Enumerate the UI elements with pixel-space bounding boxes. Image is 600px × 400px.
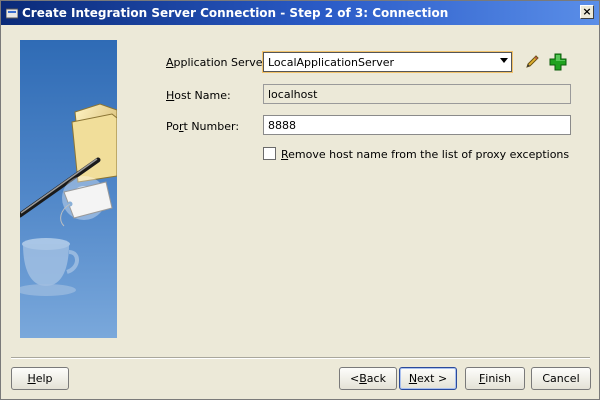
close-button[interactable]: × bbox=[580, 5, 594, 19]
plus-icon[interactable] bbox=[549, 53, 567, 71]
app-icon bbox=[6, 8, 18, 19]
window-title: Create Integration Server Connection - S… bbox=[22, 6, 449, 20]
next-button[interactable]: Next > bbox=[399, 367, 457, 390]
app-server-select[interactable]: LocalApplicationServer bbox=[263, 52, 512, 72]
app-server-label: Application Server: bbox=[166, 56, 271, 69]
folder-wand-cup-illustration bbox=[20, 40, 117, 338]
title-bar[interactable]: Create Integration Server Connection - S… bbox=[1, 1, 599, 25]
help-button[interactable]: Help bbox=[11, 367, 69, 390]
chevron-down-icon[interactable] bbox=[500, 58, 508, 63]
proxy-exception-checkbox[interactable] bbox=[263, 147, 276, 160]
port-number-field[interactable]: 8888 bbox=[263, 115, 571, 135]
footer-divider bbox=[11, 357, 590, 359]
wizard-dialog: Create Integration Server Connection - S… bbox=[0, 0, 600, 400]
host-name-field[interactable]: localhost bbox=[263, 84, 571, 104]
back-button[interactable]: < Back bbox=[339, 367, 397, 390]
app-server-value: LocalApplicationServer bbox=[268, 56, 395, 69]
proxy-exception-label[interactable]: Remove host name from the list of proxy … bbox=[281, 148, 569, 161]
close-icon: × bbox=[582, 5, 592, 18]
wizard-illustration bbox=[20, 40, 117, 338]
host-name-label: Host Name: bbox=[166, 89, 231, 102]
port-number-label: Port Number: bbox=[166, 120, 240, 133]
pencil-icon[interactable] bbox=[523, 53, 541, 71]
cancel-button[interactable]: Cancel bbox=[531, 367, 591, 390]
finish-button[interactable]: Finish bbox=[465, 367, 525, 390]
